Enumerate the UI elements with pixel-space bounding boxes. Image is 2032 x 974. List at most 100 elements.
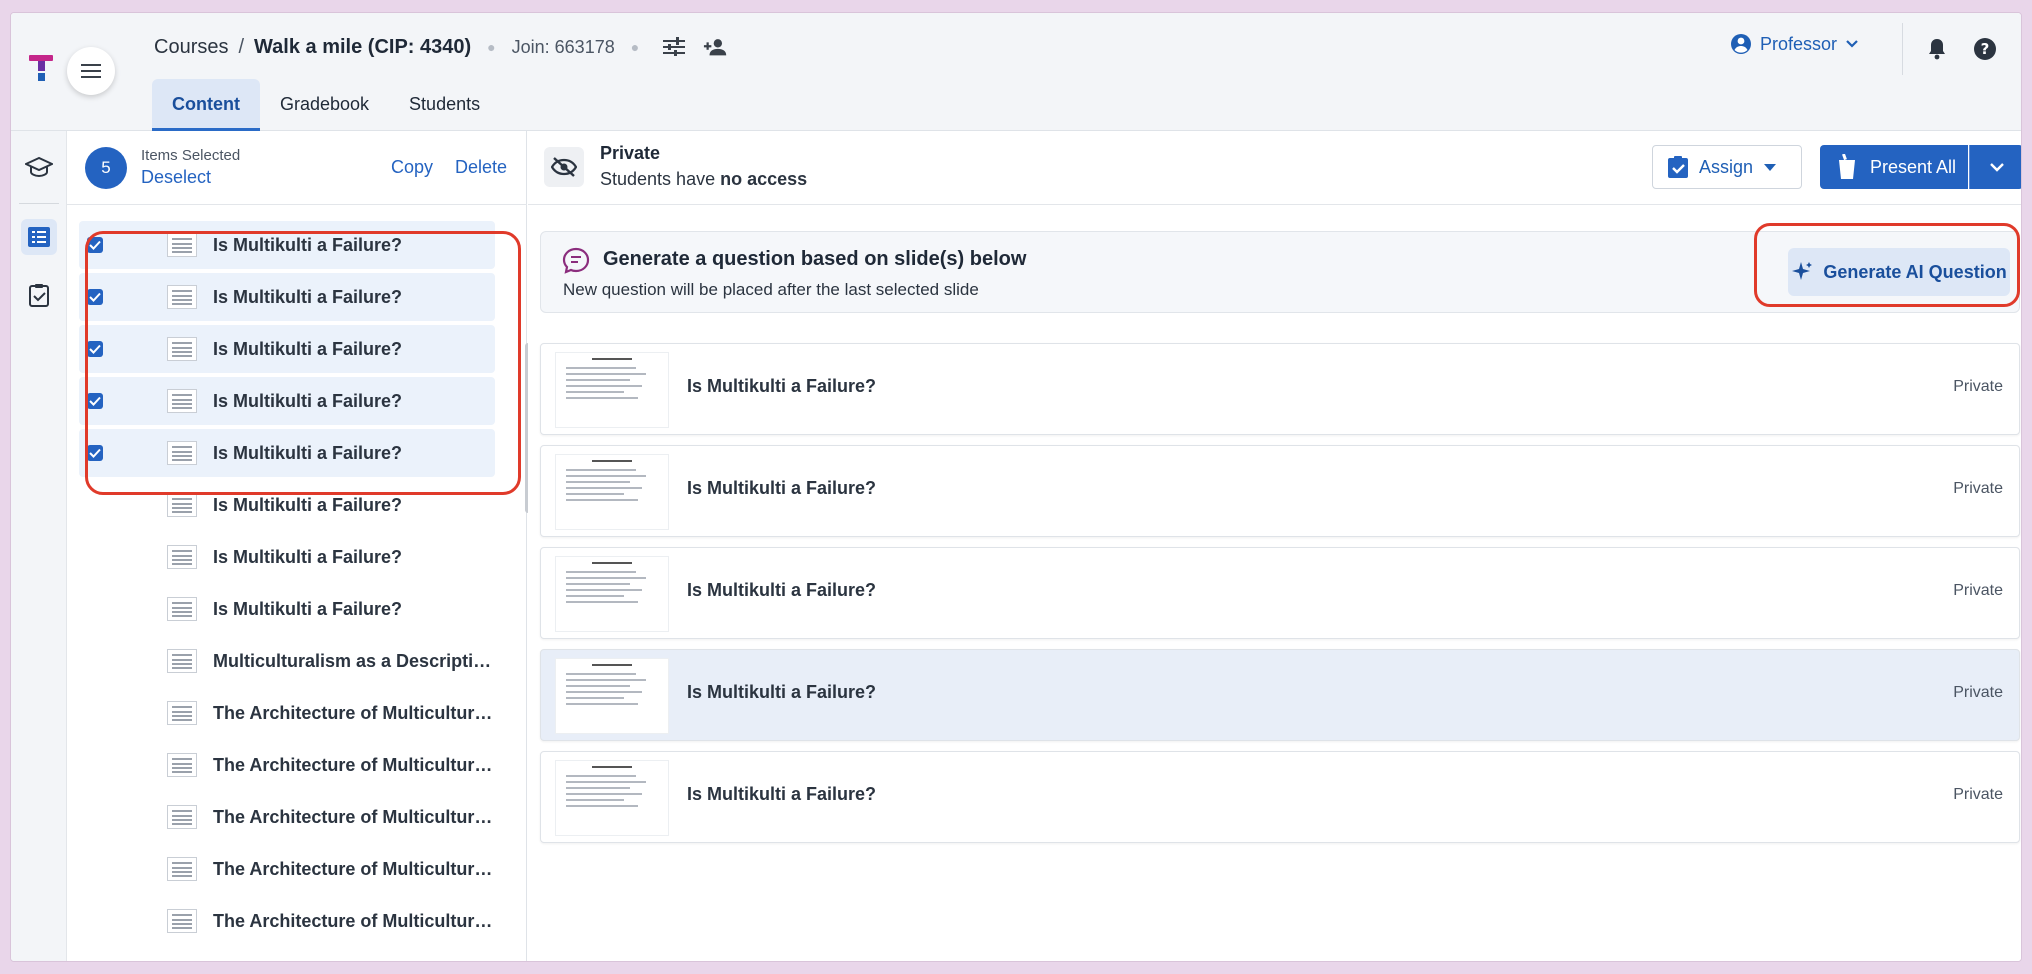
slide-checkbox[interactable]: [87, 341, 103, 357]
slide-thumbnail: [167, 389, 197, 413]
slide-thumbnail: [167, 649, 197, 673]
slide-checkbox[interactable]: [87, 237, 103, 253]
slide-preview: [555, 760, 669, 836]
visibility-toggle[interactable]: [544, 147, 584, 187]
check-icon: [89, 396, 101, 406]
slide-card[interactable]: Is Multikulti a Failure? Private: [540, 445, 2020, 537]
slide-thumbnail: [167, 753, 197, 777]
slide-card-title: Is Multikulti a Failure?: [687, 784, 877, 804]
course-tabs: Content Gradebook Students: [152, 79, 500, 131]
rail-course-button[interactable]: [21, 149, 57, 185]
assign-button[interactable]: Assign: [1652, 145, 1802, 189]
podium-icon: [1839, 154, 1855, 179]
slide-list-item[interactable]: The Architecture of Multicultura...: [79, 793, 495, 841]
slide-list-item[interactable]: The Architecture of Multicultura...: [79, 845, 495, 893]
slide-list-title: The Architecture of Multicultura...: [213, 910, 493, 931]
tab-gradebook[interactable]: Gradebook: [260, 79, 389, 131]
slide-list-item[interactable]: Is Multikulti a Failure?: [79, 377, 495, 425]
main-content: Private Students have no access Assign P…: [528, 131, 2021, 961]
slide-checkbox[interactable]: [87, 445, 103, 461]
present-all-button[interactable]: Present All: [1820, 145, 1968, 189]
slide-status: Private: [1953, 684, 2003, 701]
slide-card[interactable]: Is Multikulti a Failure? Private: [540, 343, 2020, 435]
slide-list-item[interactable]: Is Multikulti a Failure?: [79, 585, 495, 633]
eye-off-icon: [551, 157, 577, 177]
delete-button[interactable]: Delete: [455, 157, 507, 178]
slide-list-title: Is Multikulti a Failure?: [213, 442, 403, 463]
slide-list-title: The Architecture of Multicultura...: [213, 702, 493, 723]
generate-ai-question-button[interactable]: Generate AI Question: [1788, 248, 2010, 296]
slide-list-item[interactable]: The Architecture of Multicultura...: [79, 741, 495, 789]
hamburger-icon: [81, 64, 101, 78]
slide-status: Private: [1953, 786, 2003, 803]
slide-list-item[interactable]: Is Multikulti a Failure?: [79, 481, 495, 529]
slide-list-title: Is Multikulti a Failure?: [213, 286, 403, 307]
slide-list-item[interactable]: Is Multikulti a Failure?: [79, 221, 495, 269]
copy-button[interactable]: Copy: [391, 157, 433, 178]
deselect-link[interactable]: Deselect: [141, 167, 211, 188]
menu-button[interactable]: [67, 47, 115, 95]
slide-list-title: Is Multikulti a Failure?: [213, 390, 403, 411]
slide-card[interactable]: Is Multikulti a Failure? Private: [540, 547, 2020, 639]
clipboard-check-icon: [29, 284, 49, 307]
visibility-title: Private: [600, 143, 661, 163]
present-options-button[interactable]: [1969, 145, 2021, 189]
help-button[interactable]: ?: [1971, 35, 1999, 63]
slide-list-item[interactable]: Is Multikulti a Failure?: [79, 325, 495, 373]
generate-subtitle: New question will be placed after the la…: [563, 280, 979, 299]
rail-assignments-button[interactable]: [21, 277, 57, 313]
generate-title: Generate a question based on slide(s) be…: [603, 248, 1027, 270]
rail-content-list-button[interactable]: [21, 219, 57, 255]
slide-thumbnail: [167, 285, 197, 309]
slide-thumbnail: [167, 597, 197, 621]
slide-list-title: The Architecture of Multicultura...: [213, 754, 493, 775]
breadcrumb-separator: /: [238, 35, 245, 58]
slide-list-item[interactable]: Is Multikulti a Failure?: [79, 533, 495, 581]
slide-thumbnail: [167, 857, 197, 881]
slide-card[interactable]: Is Multikulti a Failure? Private: [540, 649, 2020, 741]
slide-thumbnail: [167, 337, 197, 361]
add-people-icon[interactable]: [703, 34, 729, 60]
app-window: Courses / Walk a mile (CIP: 4340) ● Join…: [10, 12, 2022, 962]
app-logo: [29, 55, 53, 81]
breadcrumb-courses[interactable]: Courses: [154, 36, 228, 59]
tab-students[interactable]: Students: [389, 79, 500, 131]
user-circle-icon: [1730, 34, 1751, 54]
slide-list-title: Is Multikulti a Failure?: [213, 494, 403, 515]
slide-list-item[interactable]: The Architecture of Multicultura...: [79, 689, 495, 737]
slide-thumbnail: [167, 701, 197, 725]
slide-checkbox[interactable]: [87, 393, 103, 409]
tab-content[interactable]: Content: [152, 79, 260, 131]
help-icon: ?: [1974, 38, 1996, 60]
slide-preview: [555, 352, 669, 428]
check-icon: [89, 344, 101, 354]
dot-separator: ●: [487, 39, 496, 55]
join-code: Join: 663178: [511, 36, 615, 57]
generate-question-card: Generate a question based on slide(s) be…: [540, 231, 2020, 313]
list-icon: [28, 227, 50, 247]
slide-card[interactable]: Is Multikulti a Failure? Private: [540, 751, 2020, 843]
sparkle-icon: [1792, 262, 1813, 280]
check-icon: [89, 240, 101, 250]
slide-list-title: Is Multikulti a Failure?: [213, 598, 403, 619]
slide-thumbnail: [167, 233, 197, 257]
slide-thumbnail: [167, 909, 197, 933]
slide-list-item[interactable]: Is Multikulti a Failure?: [79, 273, 495, 321]
slide-list-item[interactable]: Is Multikulti a Failure?: [79, 429, 495, 477]
slide-list: Is Multikulti a Failure? Is Multikulti a …: [67, 221, 507, 949]
chat-question-icon: [562, 247, 590, 274]
slide-status: Private: [1953, 378, 2003, 395]
graduation-cap-icon: [25, 156, 53, 178]
slide-preview: [555, 454, 669, 530]
settings-sliders-icon[interactable]: [661, 34, 687, 60]
slide-list-item[interactable]: The Architecture of Multicultura...: [79, 897, 495, 945]
slide-list-item[interactable]: Multiculturalism as a Descriptiv...: [79, 637, 495, 685]
slide-thumbnail: [167, 493, 197, 517]
role-label: Professor: [1759, 33, 1837, 54]
slide-checkbox[interactable]: [87, 289, 103, 305]
notifications-button[interactable]: [1923, 35, 1951, 63]
breadcrumb: Courses / Walk a mile (CIP: 4340) ● Join…: [154, 31, 729, 63]
selection-bar: 5 Items Selected Deselect Copy Delete: [67, 131, 527, 205]
slide-list-title: The Architecture of Multicultura...: [213, 806, 493, 827]
role-dropdown[interactable]: Professor: [1730, 33, 1859, 55]
